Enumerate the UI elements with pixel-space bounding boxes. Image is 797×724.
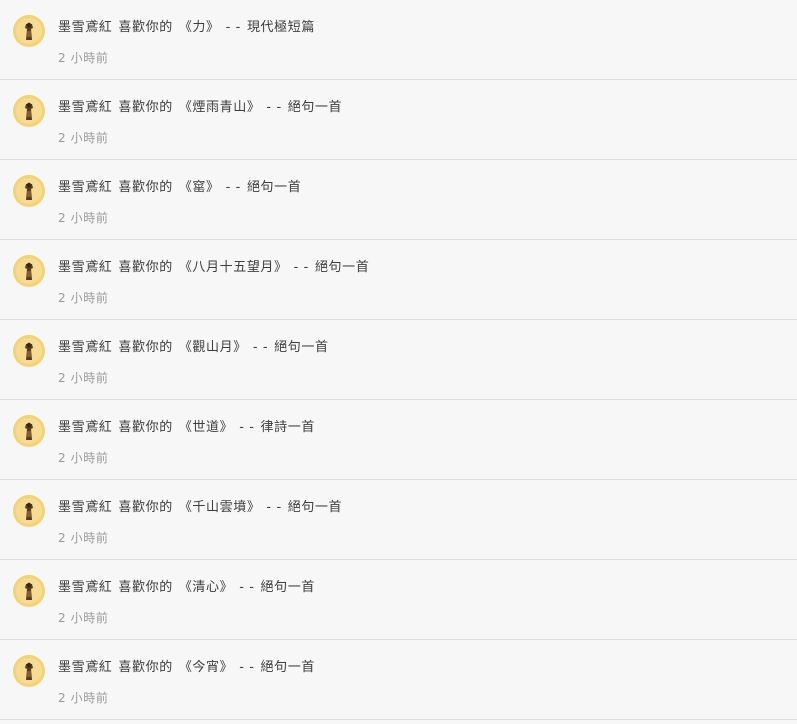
notification-text: 墨雪鳶紅 喜歡你的 《千山雲墳》 - - 絕句一首	[58, 499, 342, 517]
action-text: 喜歡你的	[118, 580, 173, 595]
user-name[interactable]: 墨雪鳶紅	[58, 420, 112, 435]
separator: - -	[252, 340, 269, 355]
user-name[interactable]: 墨雪鳶紅	[58, 180, 112, 195]
action-text: 喜歡你的	[118, 660, 173, 675]
action-text: 喜歡你的	[118, 180, 173, 195]
notification-item[interactable]: 墨雪鳶紅 喜歡你的 《今宵》 - - 絕句一首 2 小時前	[0, 640, 797, 720]
avatar-figure-icon	[13, 655, 45, 687]
action-text: 喜歡你的	[118, 340, 173, 355]
notification-text: 墨雪鳶紅 喜歡你的 《今宵》 - - 絕句一首	[58, 659, 315, 677]
post-category: 絕句一首	[260, 580, 315, 595]
post-title[interactable]: 《煙雨青山》	[179, 100, 261, 115]
avatar-figure-icon	[13, 95, 45, 127]
post-title[interactable]: 《千山雲墳》	[179, 500, 261, 515]
action-text: 喜歡你的	[118, 260, 173, 275]
action-text: 喜歡你的	[118, 20, 173, 35]
notification-item[interactable]: 墨雪鳶紅 喜歡你的 《世道》 - - 律詩一首 2 小時前	[0, 400, 797, 480]
notification-item[interactable]: 墨雪鳶紅 喜歡你的 《煙雨青山》 - - 絕句一首 2 小時前	[0, 80, 797, 160]
post-title[interactable]: 《今宵》	[179, 660, 233, 675]
notification-text: 墨雪鳶紅 喜歡你的 《煙雨青山》 - - 絕句一首	[58, 99, 342, 117]
user-name[interactable]: 墨雪鳶紅	[58, 580, 112, 595]
notification-item[interactable]: 墨雪鳶紅 喜歡你的 《清心》 - - 絕句一首 2 小時前	[0, 560, 797, 640]
separator: - -	[266, 500, 282, 515]
user-name[interactable]: 墨雪鳶紅	[58, 500, 112, 515]
post-category: 絕句一首	[246, 180, 302, 195]
notification-item[interactable]: 墨雪鳶紅 喜歡你的 《八月十五望月》 - - 絕句一首 2 小時前	[0, 240, 797, 320]
user-name[interactable]: 墨雪鳶紅	[58, 100, 112, 115]
user-avatar[interactable]	[13, 15, 45, 47]
separator: - -	[225, 20, 241, 35]
action-text: 喜歡你的	[118, 500, 173, 515]
post-category: 現代極短篇	[246, 20, 315, 35]
post-category: 律詩一首	[260, 420, 315, 435]
notification-text: 墨雪鳶紅 喜歡你的 《窰》 - - 絕句一首	[58, 179, 301, 197]
user-avatar[interactable]	[13, 415, 45, 447]
notification-item[interactable]: 墨雪鳶紅 喜歡你的 《窰》 - - 絕句一首 2 小時前	[0, 160, 797, 240]
user-avatar[interactable]	[13, 575, 45, 607]
post-title[interactable]: 《力》	[179, 20, 220, 35]
user-name[interactable]: 墨雪鳶紅	[58, 660, 112, 675]
avatar-figure-icon	[13, 335, 45, 367]
user-name[interactable]: 墨雪鳶紅	[58, 340, 112, 355]
separator: - -	[239, 420, 255, 435]
timestamp: 2 小時前	[58, 691, 109, 705]
post-title[interactable]: 《窰》	[179, 180, 220, 195]
post-category: 絕句一首	[314, 260, 370, 275]
post-title[interactable]: 《世道》	[179, 420, 233, 435]
avatar-figure-icon	[13, 15, 45, 47]
post-category: 絕句一首	[274, 340, 329, 355]
user-avatar[interactable]	[13, 95, 45, 127]
separator: - -	[225, 180, 241, 195]
separator: - -	[239, 660, 255, 675]
timestamp: 2 小時前	[58, 131, 109, 145]
user-avatar[interactable]	[13, 655, 45, 687]
timestamp: 2 小時前	[58, 611, 109, 625]
separator: - -	[239, 580, 255, 595]
action-text: 喜歡你的	[118, 420, 173, 435]
user-name[interactable]: 墨雪鳶紅	[58, 20, 112, 35]
avatar-figure-icon	[13, 575, 45, 607]
avatar-figure-icon	[13, 415, 45, 447]
post-title[interactable]: 《八月十五望月》	[179, 260, 288, 275]
notification-item[interactable]: 墨雪鳶紅 喜歡你的 《千山雲墳》 - - 絕句一首 2 小時前	[0, 480, 797, 560]
user-avatar[interactable]	[13, 335, 45, 367]
separator: - -	[293, 260, 309, 275]
timestamp: 2 小時前	[58, 451, 109, 465]
timestamp: 2 小時前	[58, 371, 109, 385]
action-text: 喜歡你的	[118, 100, 173, 115]
notification-text: 墨雪鳶紅 喜歡你的 《八月十五望月》 - - 絕句一首	[58, 259, 369, 277]
notification-item[interactable]: 墨雪鳶紅 喜歡你的 《力》 - - 現代極短篇 2 小時前	[0, 0, 797, 80]
post-category: 絕句一首	[260, 660, 315, 675]
timestamp: 2 小時前	[58, 531, 109, 545]
timestamp: 2 小時前	[58, 51, 109, 65]
user-avatar[interactable]	[13, 175, 45, 207]
avatar-figure-icon	[13, 255, 45, 287]
notification-list: 墨雪鳶紅 喜歡你的 《力》 - - 現代極短篇 2 小時前 墨雪鳶紅 喜歡你的 《煙雨青山》…	[0, 0, 797, 724]
timestamp: 2 小時前	[58, 211, 109, 225]
separator: - -	[266, 100, 282, 115]
notification-text: 墨雪鳶紅 喜歡你的 《世道》 - - 律詩一首	[58, 419, 315, 437]
timestamp: 2 小時前	[58, 291, 109, 305]
user-name[interactable]: 墨雪鳶紅	[58, 260, 112, 275]
avatar-figure-icon	[13, 175, 45, 207]
notification-text: 墨雪鳶紅 喜歡你的 《力》 - - 現代極短篇	[58, 19, 315, 37]
user-avatar[interactable]	[13, 255, 45, 287]
notification-text: 墨雪鳶紅 喜歡你的 《觀山月》 - - 絕句一首	[58, 339, 329, 357]
post-category: 絕句一首	[287, 500, 343, 515]
notification-item[interactable]: 墨雪鳶紅 喜歡你的 《觀山月》 - - 絕句一首 2 小時前	[0, 320, 797, 400]
post-title[interactable]: 《觀山月》	[179, 340, 247, 355]
user-avatar[interactable]	[13, 495, 45, 527]
post-title[interactable]: 《清心》	[179, 580, 233, 595]
notification-text: 墨雪鳶紅 喜歡你的 《清心》 - - 絕句一首	[58, 579, 315, 597]
post-category: 絕句一首	[287, 100, 343, 115]
avatar-figure-icon	[13, 495, 45, 527]
